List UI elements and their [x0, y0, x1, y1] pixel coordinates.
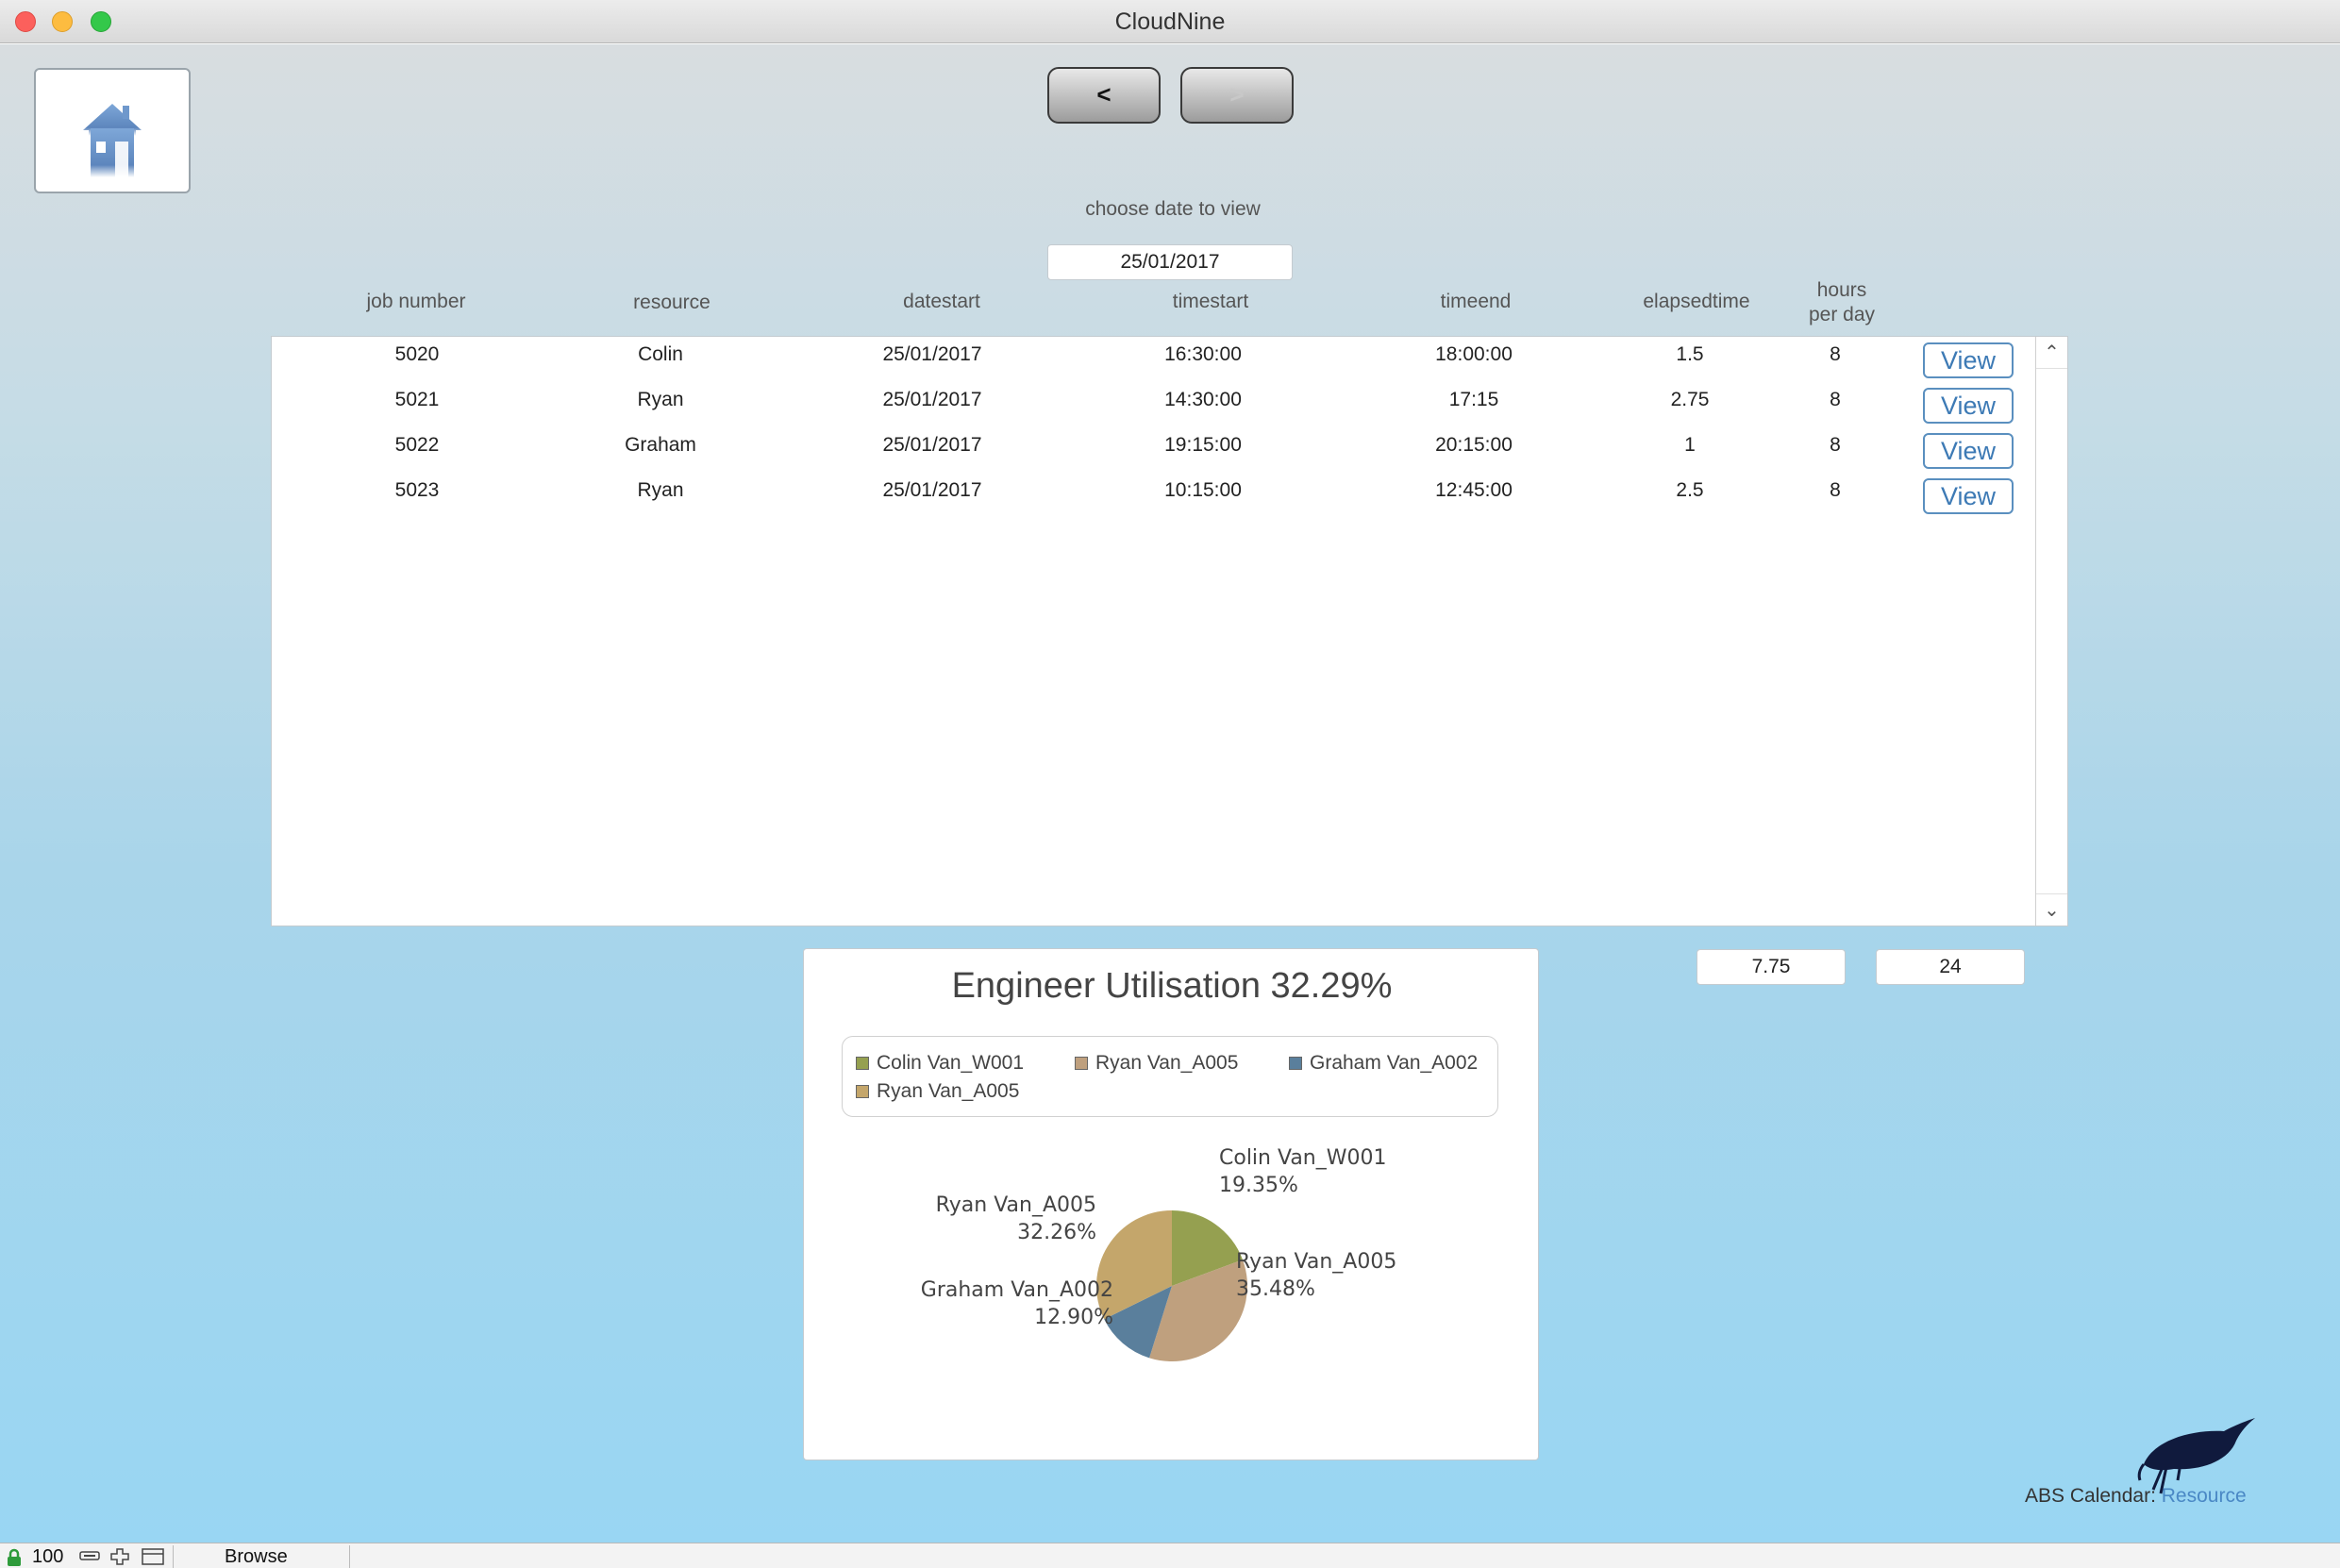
table-row: 5023 Ryan 25/01/2017 10:15:00 12:45:00 2.5 8 Vi… — [272, 473, 2036, 518]
portal-scrollbar[interactable]: ⌃ ⌄ — [2035, 337, 2067, 926]
legend-item: Colin Van_W001 — [856, 1052, 1024, 1075]
cell-elapsedtime: 1 — [1684, 434, 1696, 456]
column-header-hours-per-day: hours per day — [1776, 278, 1908, 327]
legend-item: Graham Van_A002 — [1289, 1052, 1478, 1075]
view-button[interactable]: View — [1923, 478, 2014, 514]
cell-timestart: 19:15:00 — [1164, 434, 1242, 456]
toolbar-toggle-icon[interactable] — [142, 1548, 164, 1565]
cell-elapsedtime: 1.5 — [1676, 343, 1704, 365]
cell-timeend: 17:15 — [1448, 389, 1499, 410]
column-header-timestart: timestart — [1172, 291, 1249, 312]
column-header-elapsedtime: elapsedtime — [1643, 291, 1750, 312]
cell-resource: Graham — [625, 434, 696, 456]
status-separator — [349, 1545, 350, 1568]
cell-hours-per-day: 8 — [1830, 343, 1841, 365]
cell-resource: Ryan — [637, 479, 684, 501]
date-field[interactable]: 25/01/2017 — [1047, 244, 1293, 280]
cell-job-number: 5022 — [394, 434, 440, 456]
cell-resource: Ryan — [637, 389, 684, 410]
slice-label: Colin Van_W001 — [1219, 1146, 1387, 1170]
view-button[interactable]: View — [1923, 388, 2014, 424]
mode-indicator[interactable]: Browse — [225, 1546, 288, 1568]
cell-resource: Colin — [638, 343, 683, 365]
title-bar: CloudNine — [0, 0, 2340, 43]
cell-datestart: 25/01/2017 — [882, 343, 982, 365]
hours-total-field: 24 — [1876, 949, 2025, 985]
legend-swatch — [856, 1085, 869, 1098]
cell-hours-per-day: 8 — [1830, 389, 1841, 410]
cell-job-number: 5023 — [394, 479, 440, 501]
column-header-datestart: datestart — [903, 291, 980, 312]
column-header-job-number: job number — [366, 291, 466, 312]
legend-label: Ryan Van_A005 — [1095, 1052, 1239, 1074]
slice-label: Graham Van_A002 — [921, 1278, 1113, 1302]
footer-caption: ABS Calendar: Resource — [2025, 1485, 2247, 1508]
slice-percent-label: 19.35% — [1219, 1174, 1298, 1197]
zoom-out-icon[interactable] — [79, 1548, 100, 1563]
slice-percent-label: 12.90% — [1034, 1306, 1113, 1329]
slice-label: Ryan Van_A005 — [1236, 1250, 1396, 1274]
slice-label: Ryan Van_A005 — [936, 1193, 1096, 1217]
view-button[interactable]: View — [1923, 342, 2014, 378]
utilisation-chart: Engineer Utilisation 32.29% Colin Van_W0… — [803, 948, 1539, 1460]
cell-timeend: 20:15:00 — [1435, 434, 1513, 456]
jobs-portal: 5020 Colin 25/01/2017 16:30:00 18:00:00 1.5 8 V… — [271, 336, 2068, 926]
cell-timestart: 14:30:00 — [1164, 389, 1242, 410]
lock-icon[interactable] — [6, 1548, 23, 1567]
cell-timestart: 16:30:00 — [1164, 343, 1242, 365]
zoom-level[interactable]: 100 — [32, 1546, 63, 1568]
column-header-hours-line2: per day — [1808, 304, 1876, 325]
legend-item: Ryan Van_A005 — [856, 1080, 1019, 1103]
chart-title: Engineer Utilisation 32.29% — [951, 966, 1393, 1006]
previous-record-button[interactable]: < — [1047, 67, 1161, 124]
legend-swatch — [856, 1057, 869, 1070]
next-record-button[interactable]: > — [1180, 67, 1294, 124]
footer-resource-link[interactable]: Resource — [2162, 1485, 2247, 1507]
home-button[interactable] — [34, 68, 191, 193]
legend-swatch — [1289, 1057, 1302, 1070]
status-bar: 100 Browse — [0, 1543, 2340, 1568]
column-header-timeend: timeend — [1440, 291, 1512, 312]
scroll-up-arrow-icon[interactable]: ⌃ — [2036, 337, 2067, 369]
column-header-hours-line1: hours — [1816, 279, 1867, 301]
cell-elapsedtime: 2.5 — [1676, 479, 1704, 501]
slice-percent-label: 35.48% — [1236, 1277, 1315, 1301]
elapsed-total-field: 7.75 — [1696, 949, 1846, 985]
legend-label: Ryan Van_A005 — [877, 1080, 1020, 1102]
cell-elapsedtime: 2.75 — [1670, 389, 1710, 410]
table-row: 5022 Graham 25/01/2017 19:15:00 20:15:00 1 8 Vi… — [272, 427, 2036, 473]
status-separator — [173, 1545, 174, 1568]
scroll-down-arrow-icon[interactable]: ⌄ — [2036, 893, 2067, 926]
zoom-in-icon[interactable] — [109, 1548, 130, 1565]
cell-timeend: 18:00:00 — [1435, 343, 1513, 365]
footer-text: ABS Calendar: — [2025, 1485, 2162, 1507]
column-header-resource: resource — [633, 292, 710, 313]
legend-swatch — [1075, 1057, 1088, 1070]
table-row: 5020 Colin 25/01/2017 16:30:00 18:00:00 1.5 8 V… — [272, 337, 2036, 382]
legend-label: Colin Van_W001 — [877, 1052, 1025, 1074]
cell-job-number: 5020 — [394, 343, 440, 365]
cell-timestart: 10:15:00 — [1164, 479, 1242, 501]
cell-datestart: 25/01/2017 — [882, 479, 982, 501]
date-picker-label: choose date to view — [1085, 198, 1261, 220]
pie-chart: Colin Van_W001 19.35% Ryan Van_A005 35.48% G… — [921, 1146, 1396, 1361]
chart-legend: Colin Van_W001 Ryan Van_A005 Graham Van_… — [842, 1036, 1498, 1117]
window-title: CloudNine — [1114, 8, 1226, 35]
cell-datestart: 25/01/2017 — [882, 434, 982, 456]
view-button[interactable]: View — [1923, 433, 2014, 469]
cell-datestart: 25/01/2017 — [882, 389, 982, 410]
layout-body: < > choose date to view 25/01/2017 job n… — [0, 44, 2340, 1543]
cell-hours-per-day: 8 — [1830, 434, 1841, 456]
table-row: 5021 Ryan 25/01/2017 14:30:00 17:15 2.75 8 View — [272, 382, 2036, 427]
cell-job-number: 5021 — [394, 389, 440, 410]
slice-percent-label: 32.26% — [1017, 1221, 1096, 1244]
cell-timeend: 12:45:00 — [1435, 479, 1513, 501]
legend-item: Ryan Van_A005 — [1075, 1052, 1238, 1075]
legend-label: Graham Van_A002 — [1310, 1052, 1479, 1074]
home-icon — [83, 104, 142, 177]
cell-hours-per-day: 8 — [1830, 479, 1841, 501]
